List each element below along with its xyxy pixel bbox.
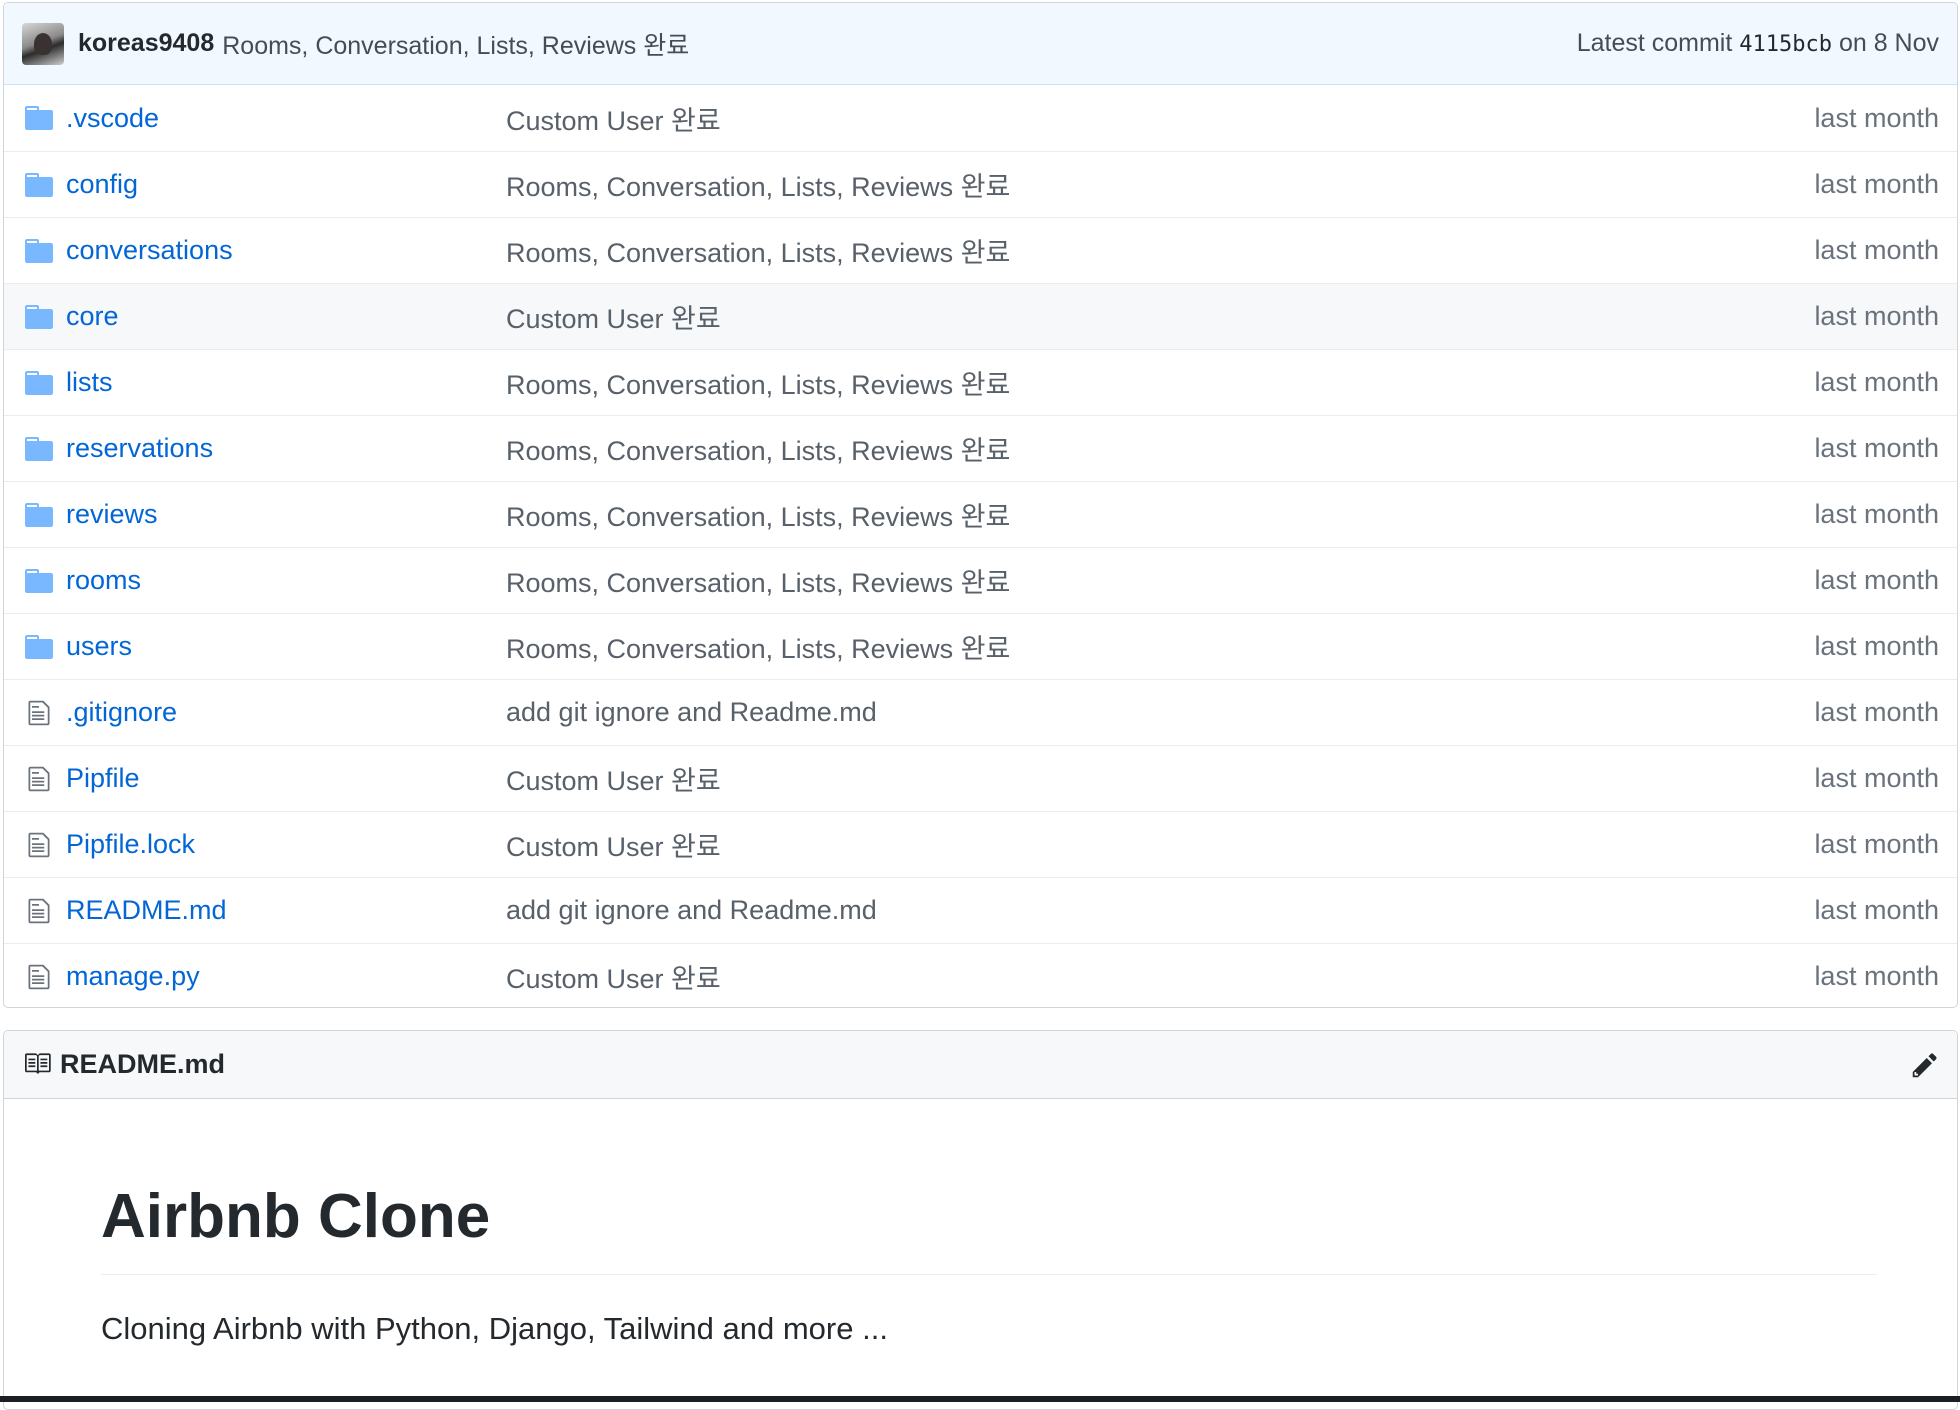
readme-header: README.md	[4, 1031, 1957, 1099]
file-list-box: koreas9408 Rooms, Conversation, Lists, R…	[3, 2, 1958, 1008]
file-row[interactable]: Pipfile.lockCustom User 완료last month	[4, 811, 1957, 877]
commit-message-link[interactable]: add git ignore and Readme.md	[506, 895, 1814, 926]
folder-icon	[24, 632, 54, 662]
commit-age: last month	[1814, 631, 1939, 662]
folder-icon	[24, 368, 54, 398]
commit-message-link[interactable]: Rooms, Conversation, Lists, Reviews 완료	[506, 627, 1814, 666]
file-row[interactable]: .gitignoreadd git ignore and Readme.mdla…	[4, 679, 1957, 745]
commit-age: last month	[1814, 433, 1939, 464]
commit-age: last month	[1814, 829, 1939, 860]
commit-message-link[interactable]: Rooms, Conversation, Lists, Reviews 완료	[506, 165, 1814, 204]
bottom-edge	[0, 1396, 1960, 1402]
commit-date: on 8 Nov	[1839, 29, 1939, 57]
commit-age: last month	[1814, 763, 1939, 794]
readme-heading: Airbnb Clone	[101, 1181, 1877, 1275]
directory-row[interactable]: .vscodeCustom User 완료last month	[4, 85, 1957, 151]
commit-message-link[interactable]: Rooms, Conversation, Lists, Reviews 완료	[506, 231, 1814, 270]
file-rows: .vscodeCustom User 완료last monthconfigRoo…	[4, 85, 1957, 1008]
latest-commit-bar: koreas9408 Rooms, Conversation, Lists, R…	[4, 3, 1957, 85]
file-name-link[interactable]: reservations	[66, 433, 506, 464]
commit-age: last month	[1814, 697, 1939, 728]
file-name-link[interactable]: core	[66, 301, 506, 332]
file-row[interactable]: README.mdadd git ignore and Readme.mdlas…	[4, 877, 1957, 943]
folder-icon	[24, 302, 54, 332]
commit-age: last month	[1814, 565, 1939, 596]
commit-age: last month	[1814, 961, 1939, 992]
directory-row[interactable]: configRooms, Conversation, Lists, Review…	[4, 151, 1957, 217]
latest-commit-info: Latest commit 4115bcb on 8 Nov	[1577, 29, 1939, 58]
commit-message-link[interactable]: Rooms, Conversation, Lists, Reviews 완료	[506, 561, 1814, 600]
commit-sha[interactable]: 4115bcb	[1739, 32, 1832, 57]
file-row[interactable]: PipfileCustom User 완료last month	[4, 745, 1957, 811]
folder-icon	[24, 434, 54, 464]
file-name-link[interactable]: .vscode	[66, 103, 506, 134]
commit-message-link[interactable]: Custom User 완료	[506, 957, 1814, 996]
file-name-link[interactable]: conversations	[66, 235, 506, 266]
commit-age: last month	[1814, 235, 1939, 266]
commit-message-link[interactable]: Rooms, Conversation, Lists, Reviews 완료	[506, 429, 1814, 468]
commit-message-link[interactable]: Custom User 완료	[506, 759, 1814, 798]
commit-message-link[interactable]: Rooms, Conversation, Lists, Reviews 완료	[506, 495, 1814, 534]
directory-row[interactable]: coreCustom User 완료last month	[4, 283, 1957, 349]
directory-row[interactable]: reservationsRooms, Conversation, Lists, …	[4, 415, 1957, 481]
directory-row[interactable]: conversationsRooms, Conversation, Lists,…	[4, 217, 1957, 283]
directory-row[interactable]: listsRooms, Conversation, Lists, Reviews…	[4, 349, 1957, 415]
file-icon	[24, 896, 54, 926]
commit-age: last month	[1814, 301, 1939, 332]
readme-body: Airbnb Clone Cloning Airbnb with Python,…	[4, 1099, 1957, 1347]
file-name-link[interactable]: manage.py	[66, 961, 506, 992]
file-name-link[interactable]: README.md	[66, 895, 506, 926]
commit-age: last month	[1814, 895, 1939, 926]
file-name-link[interactable]: Pipfile.lock	[66, 829, 506, 860]
folder-icon	[24, 500, 54, 530]
pencil-icon[interactable]	[1907, 1047, 1943, 1083]
file-icon	[24, 962, 54, 992]
readme-title[interactable]: README.md	[60, 1049, 225, 1080]
directory-row[interactable]: roomsRooms, Conversation, Lists, Reviews…	[4, 547, 1957, 613]
commit-age: last month	[1814, 169, 1939, 200]
commit-age: last month	[1814, 367, 1939, 398]
directory-row[interactable]: reviewsRooms, Conversation, Lists, Revie…	[4, 481, 1957, 547]
file-row[interactable]: manage.pyCustom User 완료last month	[4, 943, 1957, 1008]
file-icon	[24, 764, 54, 794]
file-name-link[interactable]: config	[66, 169, 506, 200]
commit-message[interactable]: Rooms, Conversation, Lists, Reviews 완료	[222, 26, 689, 62]
file-name-link[interactable]: rooms	[66, 565, 506, 596]
commit-message-link[interactable]: Rooms, Conversation, Lists, Reviews 완료	[506, 363, 1814, 402]
commit-message-link[interactable]: add git ignore and Readme.md	[506, 697, 1814, 728]
file-name-link[interactable]: Pipfile	[66, 763, 506, 794]
avatar[interactable]	[22, 23, 64, 65]
file-name-link[interactable]: reviews	[66, 499, 506, 530]
folder-icon	[24, 566, 54, 596]
file-icon	[24, 698, 54, 728]
commit-message-link[interactable]: Custom User 완료	[506, 99, 1814, 138]
folder-icon	[24, 170, 54, 200]
readme-paragraph: Cloning Airbnb with Python, Django, Tail…	[101, 1311, 1877, 1347]
commit-message-link[interactable]: Custom User 완료	[506, 825, 1814, 864]
directory-row[interactable]: usersRooms, Conversation, Lists, Reviews…	[4, 613, 1957, 679]
folder-icon	[24, 103, 54, 133]
commit-age: last month	[1814, 499, 1939, 530]
book-icon	[22, 1050, 52, 1079]
file-icon	[24, 830, 54, 860]
file-name-link[interactable]: users	[66, 631, 506, 662]
commit-message-link[interactable]: Custom User 완료	[506, 297, 1814, 336]
commit-age: last month	[1814, 103, 1939, 134]
file-name-link[interactable]: .gitignore	[66, 697, 506, 728]
readme-box: README.md Airbnb Clone Cloning Airbnb wi…	[3, 1030, 1958, 1410]
commit-author[interactable]: koreas9408	[78, 29, 214, 58]
file-name-link[interactable]: lists	[66, 367, 506, 398]
latest-commit-label: Latest commit	[1577, 29, 1733, 57]
folder-icon	[24, 236, 54, 266]
